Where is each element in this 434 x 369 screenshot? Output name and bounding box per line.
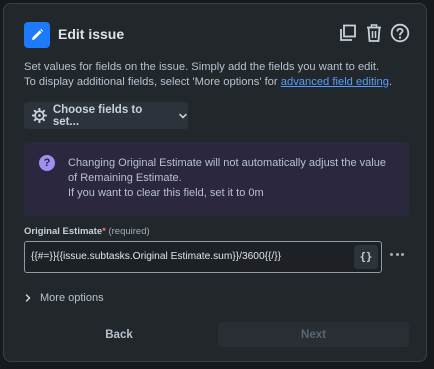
- field-label-text: Original Estimate: [24, 226, 103, 237]
- help-icon[interactable]: [390, 22, 410, 44]
- required-asterisk: *: [102, 226, 106, 237]
- trash-icon[interactable]: [364, 22, 384, 44]
- question-icon: ?: [39, 155, 55, 171]
- required-text: (required): [108, 226, 150, 237]
- choose-fields-button[interactable]: Choose fields to set...: [24, 102, 188, 129]
- choose-fields-label: Choose fields to set...: [52, 103, 143, 128]
- info-text: Changing Original Estimate will not auto…: [68, 156, 403, 201]
- description-line-1: Set values for fields on the issue. Simp…: [24, 61, 380, 73]
- more-actions-icon[interactable]: [387, 247, 407, 261]
- description-line-2: To display additional fields, select 'Mo…: [24, 75, 419, 90]
- back-button[interactable]: Back: [24, 322, 214, 347]
- edit-issue-panel: Edit issue Set values for fields on the …: [3, 3, 427, 362]
- info-line-2: of Remaining Estimate.: [68, 172, 182, 184]
- original-estimate-label: Original Estimate* (required): [24, 226, 150, 237]
- smart-value-button[interactable]: {}: [354, 245, 378, 269]
- next-button[interactable]: Next: [218, 322, 409, 347]
- info-line-1: Changing Original Estimate will not auto…: [68, 157, 386, 169]
- info-message: ? Changing Original Estimate will not au…: [24, 142, 409, 216]
- description-suffix: .: [388, 76, 393, 88]
- description-prefix: To display additional fields, select 'Mo…: [24, 76, 281, 88]
- more-options-label: More options: [40, 292, 104, 304]
- pencil-icon: [24, 22, 50, 48]
- more-options-toggle[interactable]: More options: [24, 290, 104, 306]
- copy-icon[interactable]: [338, 22, 358, 44]
- original-estimate-value: {{#=}}{{issue.subtasks.Original Estimate…: [31, 251, 282, 262]
- panel-title: Edit issue: [58, 26, 125, 42]
- chevron-right-icon: [25, 294, 31, 302]
- gear-icon: [32, 108, 47, 123]
- info-line-3: If you want to clear this field, set it …: [68, 187, 264, 199]
- panel-description: Set values for fields on the issue. Simp…: [24, 60, 419, 90]
- advanced-field-editing-link[interactable]: advanced field editing: [281, 76, 389, 88]
- original-estimate-input[interactable]: {{#=}}{{issue.subtasks.Original Estimate…: [24, 241, 382, 273]
- panel-header: Edit issue: [24, 22, 410, 52]
- chevron-down-icon: [179, 113, 187, 119]
